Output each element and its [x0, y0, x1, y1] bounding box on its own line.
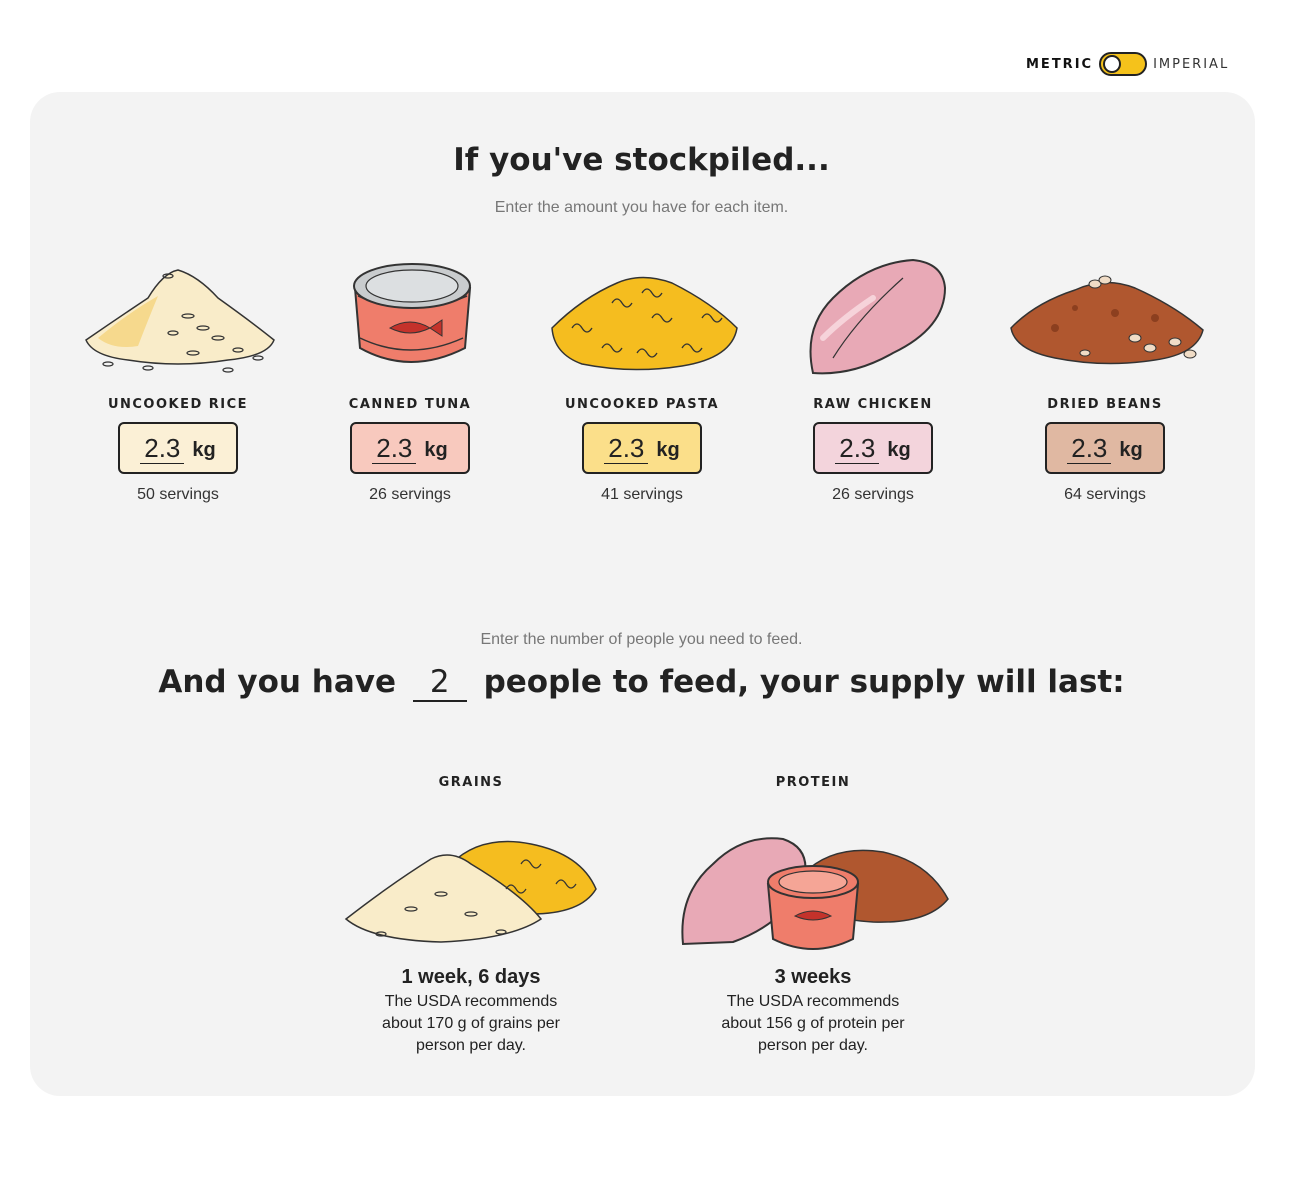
- servings-text: 26 servings: [369, 486, 451, 503]
- amount-unit: kg: [887, 438, 911, 461]
- amount-unit: kg: [656, 438, 680, 461]
- item-name: UNCOOKED RICE: [107, 397, 249, 412]
- people-after: people to feed, your supply will last:: [483, 664, 1125, 700]
- result-protein: PROTEIN 3 weeks The USDA recommends abou…: [663, 775, 963, 1057]
- tuna-can-icon: [353, 263, 472, 363]
- unit-toggle: METRIC IMPERIAL: [1026, 52, 1229, 76]
- item-beans: DRIED BEANS 2.3 kg 64 servings: [1005, 258, 1205, 504]
- amount-value[interactable]: 2.3: [1067, 433, 1112, 464]
- servings-text: 41 servings: [601, 486, 683, 503]
- amount-value[interactable]: 2.3: [140, 433, 185, 464]
- servings-text: 50 servings: [137, 486, 219, 503]
- servings-text: 26 servings: [832, 486, 914, 503]
- amount-value[interactable]: 2.3: [835, 433, 880, 464]
- item-chicken: RAW CHICKEN 2.3 kg 26 servings: [773, 258, 973, 504]
- unit-switch[interactable]: [1099, 52, 1148, 76]
- chicken-breast-icon: [809, 258, 947, 375]
- rice-pile-icon: [85, 269, 275, 373]
- item-tuna: CANNED TUNA 2.3 kg 26 servings: [310, 258, 510, 504]
- amount-input-pasta[interactable]: 2.3 kg: [582, 422, 702, 474]
- page-subtitle: Enter the amount you have for each item.: [494, 199, 789, 216]
- item-name: RAW CHICKEN: [813, 397, 933, 412]
- amount-input-tuna[interactable]: 2.3 kg: [350, 422, 470, 474]
- amount-unit: kg: [192, 438, 216, 461]
- amount-unit: kg: [1119, 438, 1143, 461]
- people-before: And you have: [158, 664, 396, 700]
- result-duration: 3 weeks: [774, 966, 852, 988]
- beans-pile-icon: [1010, 275, 1204, 365]
- servings-text: 64 servings: [1064, 486, 1146, 503]
- amount-value[interactable]: 2.3: [604, 433, 649, 464]
- imperial-label[interactable]: IMPERIAL: [1153, 57, 1229, 72]
- amount-value[interactable]: 2.3: [372, 433, 417, 464]
- pasta-pile-icon: [551, 276, 738, 371]
- amount-input-beans[interactable]: 2.3 kg: [1045, 422, 1165, 474]
- result-note: The USDA recommends about 170 g of grain…: [382, 993, 560, 1054]
- switch-knob: [1103, 55, 1122, 73]
- metric-label[interactable]: METRIC: [1026, 57, 1093, 72]
- item-name: DRIED BEANS: [1047, 397, 1163, 412]
- result-note: The USDA recommends about 156 g of prote…: [721, 993, 905, 1054]
- result-label: PROTEIN: [775, 775, 851, 790]
- amount-input-rice[interactable]: 2.3 kg: [118, 422, 238, 474]
- protein-combo-icon: [681, 837, 949, 950]
- amount-unit: kg: [424, 438, 448, 461]
- people-count-input[interactable]: 2: [412, 664, 467, 702]
- item-name: UNCOOKED PASTA: [564, 397, 720, 412]
- people-hint: Enter the number of people you need to f…: [480, 631, 803, 648]
- people-sentence: And you have 2 people to feed, your supp…: [0, 664, 1283, 702]
- page-title: If you've stockpiled...: [453, 142, 830, 178]
- result-label: GRAINS: [438, 775, 504, 790]
- item-pasta: UNCOOKED PASTA 2.3 kg 41 servings: [542, 258, 742, 504]
- amount-input-chicken[interactable]: 2.3 kg: [813, 422, 933, 474]
- item-rice: UNCOOKED RICE 2.3 kg 50 servings: [78, 258, 278, 504]
- grains-combo-icon: [344, 840, 597, 943]
- result-grains: GRAINS 1 week, 6 days The USDA recommend…: [321, 775, 621, 1057]
- calculator-card: [30, 92, 1255, 1096]
- result-duration: 1 week, 6 days: [401, 966, 541, 988]
- item-name: CANNED TUNA: [348, 397, 472, 412]
